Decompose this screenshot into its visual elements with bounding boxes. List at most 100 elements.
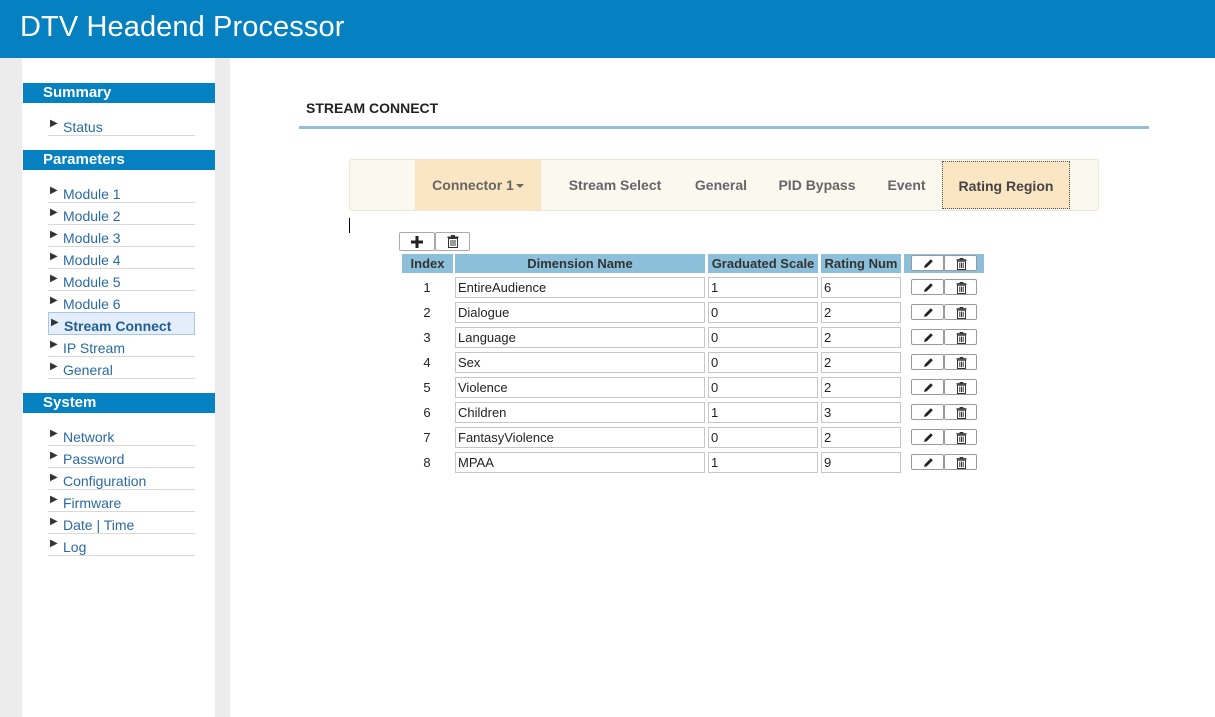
tab-stream-select[interactable]: Stream Select xyxy=(559,160,671,210)
sidebar-item-status[interactable]: ▶ Status xyxy=(48,114,195,136)
tab-pid-bypass[interactable]: PID Bypass xyxy=(771,160,863,210)
edit-row-button[interactable] xyxy=(911,354,944,370)
trash-icon xyxy=(956,432,967,444)
rating-num-field[interactable]: 2 xyxy=(821,327,901,348)
dimension-name-field[interactable]: EntireAudience xyxy=(455,277,705,298)
sidebar-item-module-6[interactable]: ▶ Module 6 xyxy=(48,291,195,313)
tab-connector-dropdown[interactable]: Connector 1 xyxy=(415,160,541,210)
delete-row-button[interactable] xyxy=(944,304,977,320)
title-divider xyxy=(299,126,1149,129)
row-index: 1 xyxy=(423,280,431,295)
edit-row-button[interactable] xyxy=(911,329,944,345)
triangle-right-icon: ▶ xyxy=(50,295,58,306)
triangle-right-icon: ▶ xyxy=(50,185,58,196)
dimension-name-field[interactable]: FantasyViolence xyxy=(455,427,705,448)
trash-icon xyxy=(956,357,967,369)
main-content: STREAM CONNECT Connector 1 Stream Select… xyxy=(230,58,1215,717)
pencil-icon xyxy=(924,308,933,317)
column-header-index: Index xyxy=(402,254,453,273)
dimension-name-field[interactable]: Violence xyxy=(455,377,705,398)
tab-rating-region[interactable]: Rating Region xyxy=(942,161,1070,209)
dimension-name-field[interactable]: Language xyxy=(455,327,705,348)
edit-row-button[interactable] xyxy=(911,304,944,320)
sidebar-item-module-4[interactable]: ▶ Module 4 xyxy=(48,247,195,269)
sidebar-item-ip-stream[interactable]: ▶ IP Stream xyxy=(48,335,195,357)
delete-all-button[interactable] xyxy=(944,255,977,271)
page-title: STREAM CONNECT xyxy=(306,100,439,116)
pencil-icon xyxy=(924,433,933,442)
pencil-icon xyxy=(924,358,933,367)
delete-row-button[interactable] xyxy=(944,329,977,345)
sidebar-item-general[interactable]: ▶ General xyxy=(48,357,195,379)
delete-row-button[interactable] xyxy=(944,379,977,395)
triangle-right-icon: ▶ xyxy=(50,516,58,527)
dimension-name-field[interactable]: Children xyxy=(455,402,705,423)
delete-row-button[interactable] xyxy=(944,279,977,295)
sidebar-item-stream-connect[interactable]: ▶ Stream Connect xyxy=(48,312,195,335)
sidebar-item-module-1[interactable]: ▶ Module 1 xyxy=(48,181,195,203)
tab-general[interactable]: General xyxy=(687,160,755,210)
graduated-scale-field[interactable]: 1 xyxy=(708,277,818,298)
graduated-scale-field[interactable]: 1 xyxy=(708,402,818,423)
add-row-button[interactable] xyxy=(399,232,435,251)
delete-row-button[interactable] xyxy=(944,429,977,445)
trash-icon xyxy=(956,407,967,419)
edit-row-button[interactable] xyxy=(911,404,944,420)
pencil-icon xyxy=(924,333,933,342)
plus-icon xyxy=(411,236,423,248)
sidebar-item-password[interactable]: ▶ Password xyxy=(48,446,195,468)
rating-num-field[interactable]: 2 xyxy=(821,352,901,373)
delete-row-button[interactable] xyxy=(944,454,977,470)
triangle-right-icon: ▶ xyxy=(50,428,58,439)
graduated-scale-field[interactable]: 0 xyxy=(708,302,818,323)
row-index: 2 xyxy=(423,305,431,320)
graduated-scale-field[interactable]: 0 xyxy=(708,427,818,448)
triangle-right-icon: ▶ xyxy=(50,538,58,549)
rating-num-field[interactable]: 9 xyxy=(821,452,901,473)
rating-num-field[interactable]: 3 xyxy=(821,402,901,423)
rating-num-field[interactable]: 6 xyxy=(821,277,901,298)
rating-num-field[interactable]: 2 xyxy=(821,302,901,323)
triangle-right-icon: ▶ xyxy=(50,472,58,483)
caret-down-icon xyxy=(515,184,524,189)
graduated-scale-field[interactable]: 1 xyxy=(708,452,818,473)
trash-icon xyxy=(956,332,967,344)
triangle-right-icon: ▶ xyxy=(50,450,58,461)
sidebar-item-module-3[interactable]: ▶ Module 3 xyxy=(48,225,195,247)
sidebar-section-system: System xyxy=(23,393,215,413)
trash-icon xyxy=(956,282,967,294)
dimension-name-field[interactable]: MPAA xyxy=(455,452,705,473)
dimension-name-field[interactable]: Dialogue xyxy=(455,302,705,323)
sidebar-item-module-2[interactable]: ▶ Module 2 xyxy=(48,203,195,225)
sidebar-item-log[interactable]: ▶ Log xyxy=(48,534,195,556)
sidebar-item-date-time[interactable]: ▶ Date | Time xyxy=(48,512,195,534)
edit-row-button[interactable] xyxy=(911,379,944,395)
tab-event[interactable]: Event xyxy=(879,160,934,210)
delete-row-button[interactable] xyxy=(944,354,977,370)
pencil-icon xyxy=(924,408,933,417)
row-index: 6 xyxy=(423,405,431,420)
trash-icon xyxy=(956,307,967,319)
rating-num-field[interactable]: 2 xyxy=(821,427,901,448)
edit-row-button[interactable] xyxy=(911,279,944,295)
triangle-right-icon: ▶ xyxy=(51,317,59,328)
sidebar-item-firmware[interactable]: ▶ Firmware xyxy=(48,490,195,512)
delete-rows-button[interactable] xyxy=(435,232,470,251)
rating-num-field[interactable]: 2 xyxy=(821,377,901,398)
edit-row-button[interactable] xyxy=(911,429,944,445)
triangle-right-icon: ▶ xyxy=(50,251,58,262)
sidebar: Summary ▶ Status Parameters ▶ Module 1 ▶ Mo… xyxy=(22,58,215,717)
sidebar-item-module-5[interactable]: ▶ Module 5 xyxy=(48,269,195,291)
graduated-scale-field[interactable]: 0 xyxy=(708,352,818,373)
tab-bar: Connector 1 Stream Select General PID By… xyxy=(349,159,1099,211)
edit-row-button[interactable] xyxy=(911,454,944,470)
pencil-icon xyxy=(924,283,933,292)
edit-all-button[interactable] xyxy=(911,255,944,271)
sidebar-item-network[interactable]: ▶ Network xyxy=(48,424,195,446)
graduated-scale-field[interactable]: 0 xyxy=(708,327,818,348)
triangle-right-icon: ▶ xyxy=(50,207,58,218)
dimension-name-field[interactable]: Sex xyxy=(455,352,705,373)
delete-row-button[interactable] xyxy=(944,404,977,420)
graduated-scale-field[interactable]: 0 xyxy=(708,377,818,398)
sidebar-item-configuration[interactable]: ▶ Configuration xyxy=(48,468,195,490)
